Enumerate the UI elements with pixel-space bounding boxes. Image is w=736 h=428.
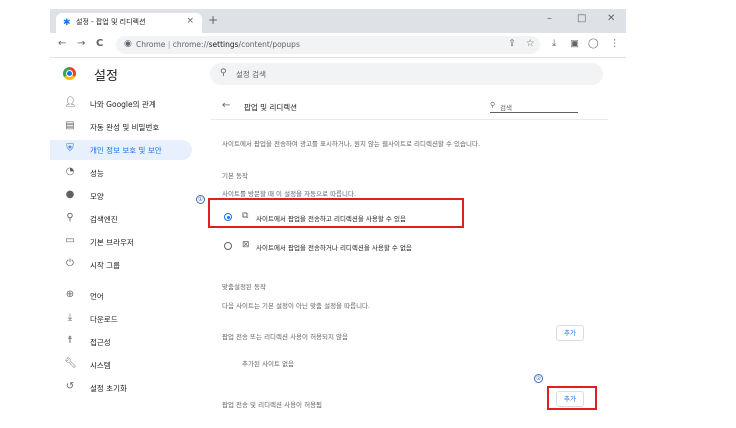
restore-icon: ↺ [65, 381, 75, 392]
search-icon: ⚲ [490, 101, 496, 109]
sidebar-item-label: 개인 정보 보호 및 보안 [90, 146, 162, 155]
default-behavior-desc: 사이트를 방문할 때 이 설정을 자동으로 따릅니다. [222, 190, 357, 198]
download-icon[interactable]: ⤓ [552, 38, 556, 49]
radio-block[interactable] [224, 242, 232, 250]
card-title: 팝업 및 리디렉션 [244, 103, 298, 112]
sidebar-item-languages[interactable]: ⊕ 언어 [50, 286, 200, 306]
globe-icon: ⊕ [65, 289, 75, 300]
sidebar-item-google[interactable]: 👤︎ 나와 Google의 관계 [50, 94, 200, 114]
custom-behavior-desc: 다음 사이트는 기본 설정이 아닌 맞춤 설정을 따릅니다. [222, 302, 371, 310]
menu-icon[interactable]: ⋮ [610, 38, 620, 49]
sidebar-item-performance[interactable]: ◔ 성능 [50, 163, 200, 183]
sidebar-item-accessibility[interactable]: ☨ 접근성 [50, 332, 200, 352]
sidebar-item-label: 모양 [90, 192, 104, 201]
clipboard-icon: ▤ [65, 120, 75, 131]
maximize-button[interactable]: □ [577, 13, 586, 24]
sidebar-item-label: 검색엔진 [90, 215, 118, 224]
sidebar-item-label: 성능 [90, 169, 104, 178]
allowed-label: 팝업 전송 및 리디렉션 사용이 허용됨 [222, 401, 323, 409]
tab-strip: ✱ 설정 - 팝업 및 리디렉션 × + – □ ✕ [50, 9, 626, 33]
sidebar-item-appearance[interactable]: ● 모양 [50, 186, 200, 206]
download-icon: ⤓ [67, 312, 73, 323]
page-title: 설정 [94, 69, 118, 84]
sidebar-item-system[interactable]: 🔧︎ 시스템 [50, 355, 200, 375]
sidebar-item-autofill[interactable]: ▤ 자동 완성 및 비밀번호 [50, 117, 200, 137]
step-marker-1: ① [196, 195, 205, 204]
sidebar-item-label: 나와 Google의 관계 [90, 100, 156, 109]
not-allowed-label: 팝업 전송 또는 리디렉션 사용이 허용되지 않음 [222, 333, 349, 341]
window-close-button[interactable]: ✕ [607, 13, 615, 24]
sidebar-item-label: 자동 완성 및 비밀번호 [90, 123, 160, 132]
browser-toolbar: ← → C ◉ Chrome | chrome://settings/conte… [50, 33, 626, 58]
reload-icon[interactable]: C [96, 38, 103, 49]
chrome-logo-icon: ◉ [124, 39, 132, 49]
sidepanel-icon[interactable]: ▣ [570, 38, 579, 49]
address-text: Chrome | chrome://settings/content/popup… [136, 40, 300, 49]
sidebar-item-reset[interactable]: ↺ 설정 초기화 [50, 378, 200, 398]
chrome-logo-icon [63, 67, 76, 80]
minimize-button[interactable]: – [547, 13, 552, 24]
description-text: 사이트에서 팝업을 전송하여 광고를 표시하거나, 원치 않는 웹사이트로 리디… [222, 140, 481, 148]
sidebar-item-label: 기본 브라우저 [90, 238, 134, 247]
highlight-box-add-button [547, 386, 597, 410]
sidebar-item-label: 접근성 [90, 338, 111, 347]
forward-icon[interactable]: → [77, 38, 85, 49]
close-icon[interactable]: × [186, 16, 194, 26]
speedometer-icon: ◔ [65, 166, 75, 177]
sidebar-item-label: 설정 초기화 [90, 384, 127, 393]
sidebar-item-label: 언어 [90, 292, 104, 301]
tab-settings[interactable]: ✱ 설정 - 팝업 및 리디렉션 × [56, 13, 202, 33]
sidebar-item-label: 시스템 [90, 361, 111, 370]
palette-icon: ● [65, 189, 75, 200]
browser-window: ✱ 설정 - 팝업 및 리디렉션 × + – □ ✕ ← → C ◉ Chrom… [50, 9, 626, 411]
step-marker-2: ② [534, 374, 543, 383]
browser-icon: ▭ [65, 235, 75, 246]
settings-header: 설정 ⚲ 설정 검색 [50, 58, 626, 90]
sidebar-item-on-startup[interactable]: ⏻ 시작 그룹 [50, 255, 200, 275]
popups-settings-card: ← 팝업 및 리디렉션 ⚲ 검색 사이트에서 팝업을 전송하여 광고를 표시하거… [210, 95, 608, 411]
search-icon: ⚲ [220, 68, 227, 78]
wrench-icon: 🔧︎ [64, 358, 77, 369]
add-not-allowed-button[interactable]: 추가 [556, 325, 584, 341]
person-icon: 👤︎ [64, 97, 77, 108]
shield-icon: ⛨ [66, 143, 74, 154]
no-sites-text: 추가된 사이트 없음 [242, 360, 294, 368]
tab-title: 설정 - 팝업 및 리디렉션 [76, 18, 146, 26]
address-bar[interactable]: ◉ Chrome | chrome://settings/content/pop… [116, 36, 540, 54]
share-icon[interactable]: ⇪ [508, 38, 516, 49]
divider [210, 119, 608, 120]
option-block-popups[interactable]: ⊠ 사이트에서 팝업을 전송하거나 리디렉션을 사용할 수 없음 [222, 237, 602, 257]
highlight-box-allow-option [208, 198, 464, 228]
new-tab-button[interactable]: + [208, 14, 218, 26]
search-placeholder: 설정 검색 [236, 70, 266, 79]
card-search-placeholder: 검색 [500, 104, 512, 112]
custom-behavior-heading: 맞춤설정된 동작 [222, 283, 266, 291]
sidebar-item-search-engine[interactable]: ⚲ 검색엔진 [50, 209, 200, 229]
back-arrow-icon[interactable]: ← [222, 100, 230, 111]
popup-blocked-icon: ⊠ [242, 240, 250, 250]
settings-gear-icon: ✱ [63, 18, 71, 28]
settings-search-input[interactable]: ⚲ 설정 검색 [210, 63, 603, 85]
sidebar-item-default-browser[interactable]: ▭ 기본 브라우저 [50, 232, 200, 252]
sidebar-item-label: 시작 그룹 [90, 261, 120, 270]
accessibility-icon: ☨ [67, 335, 73, 346]
bookmark-star-icon[interactable]: ☆ [526, 38, 535, 49]
option-label: 사이트에서 팝업을 전송하거나 리디렉션을 사용할 수 없음 [256, 244, 412, 252]
back-icon[interactable]: ← [58, 38, 66, 49]
sidebar-item-label: 다운로드 [90, 315, 118, 324]
power-icon: ⏻ [66, 258, 74, 269]
card-search-input[interactable]: ⚲ 검색 [490, 101, 578, 113]
sidebar-item-downloads[interactable]: ⤓ 다운로드 [50, 309, 200, 329]
profile-icon[interactable]: ◯ [588, 38, 599, 49]
sidebar-item-privacy[interactable]: ⛨ 개인 정보 보호 및 보안 [50, 140, 192, 160]
default-behavior-heading: 기본 동작 [222, 172, 248, 180]
search-icon: ⚲ [66, 212, 74, 223]
